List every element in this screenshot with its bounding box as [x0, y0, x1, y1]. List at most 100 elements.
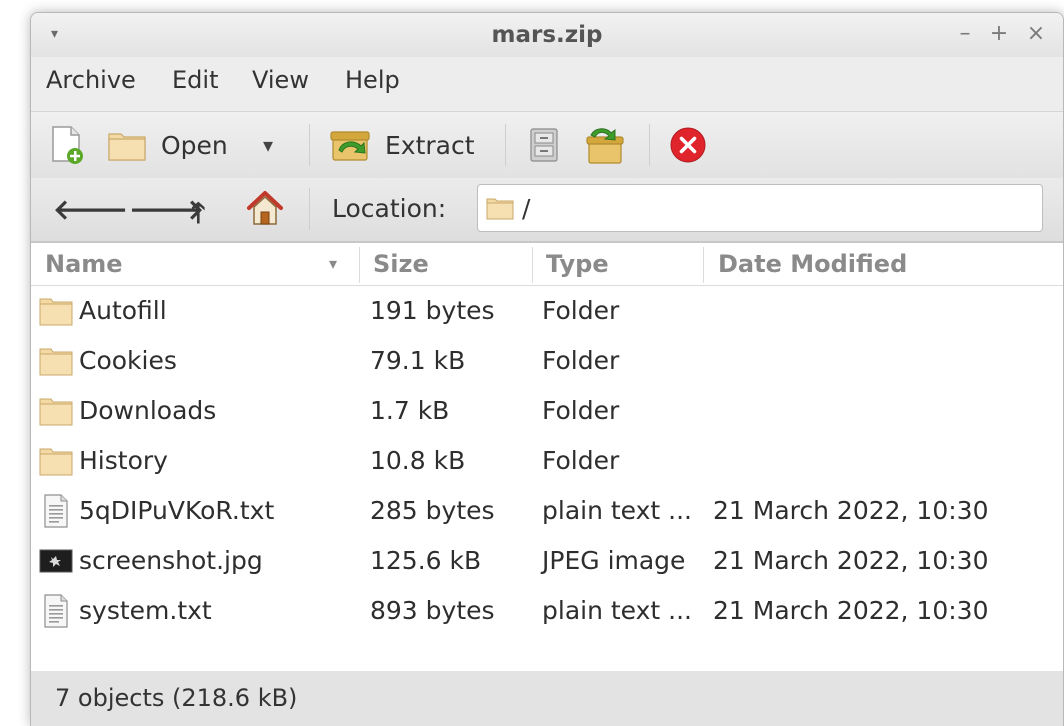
file-name: Autofill [79, 296, 167, 325]
menu-bar: Archive Edit View Help [31, 57, 1063, 107]
file-name: 5qDIPuVKoR.txt [79, 496, 275, 525]
chevron-down-icon: ▾ [263, 133, 274, 157]
column-divider [703, 247, 704, 283]
home-button[interactable] [245, 188, 285, 235]
file-size: 893 bytes [370, 596, 495, 625]
column-header-row: Name ▾ Size Type Date Modified [31, 243, 1063, 286]
file-name: Downloads [79, 396, 217, 425]
file-size: 125.6 kB [370, 546, 482, 575]
menu-archive[interactable]: Archive [46, 66, 136, 94]
table-row[interactable]: 5qDIPuVKoR.txt 285 bytes plain text ... 21 … [31, 486, 1063, 536]
minimize-button[interactable]: – [953, 21, 977, 46]
toolbar-separator [309, 124, 310, 166]
file-size: 79.1 kB [370, 346, 466, 375]
file-cabinet-icon [530, 128, 558, 162]
file-name-cell: system.txt [39, 586, 212, 636]
open-dropdown-button[interactable]: ▾ [263, 124, 273, 166]
status-text: 7 objects (218.6 kB) [55, 684, 298, 712]
location-bar: 🡐 🡒 🡑 Location: / [31, 178, 1063, 242]
column-divider [532, 247, 533, 283]
extract-icon [330, 131, 370, 161]
table-row[interactable]: Downloads 1.7 kB Folder [31, 386, 1063, 436]
folder-icon [39, 346, 73, 376]
file-name-cell: 5qDIPuVKoR.txt [39, 486, 274, 536]
title-bar[interactable]: ▾ mars.zip – + × [31, 13, 1063, 57]
toolbar-separator [649, 124, 650, 166]
file-name: History [79, 446, 168, 475]
toolbar-separator [505, 124, 506, 166]
new-document-icon [52, 126, 83, 164]
location-path: / [522, 193, 531, 223]
sort-descending-icon[interactable]: ▾ [329, 243, 337, 285]
table-row[interactable]: screenshot.jpg 125.6 kB JPEG image 21 March… [31, 536, 1063, 586]
location-label: Location: [332, 194, 447, 223]
file-name-cell: screenshot.jpg [39, 536, 263, 586]
file-name-cell: Downloads [39, 386, 216, 436]
home-icon [247, 191, 283, 225]
maximize-button[interactable]: + [987, 21, 1011, 46]
toolbar: Open ▾ Extract [31, 111, 1063, 179]
extract-button[interactable]: Extract [329, 124, 475, 166]
file-name: screenshot.jpg [79, 546, 263, 575]
stop-button[interactable] [669, 124, 707, 166]
column-header-size[interactable]: Size [373, 243, 429, 285]
folder-icon [39, 446, 73, 476]
add-files-button[interactable] [527, 124, 561, 166]
file-type: plain text ... [542, 496, 692, 525]
folder-icon [486, 198, 514, 220]
arrow-up-icon: 🡑 [191, 196, 206, 229]
file-type: Folder [542, 346, 620, 375]
open-button[interactable]: Open [107, 124, 228, 166]
up-button[interactable]: 🡑 [191, 192, 206, 240]
column-header-name[interactable]: Name [45, 243, 123, 285]
add-folder-button[interactable] [583, 124, 627, 166]
table-row[interactable]: Autofill 191 bytes Folder [31, 286, 1063, 336]
new-archive-button[interactable] [49, 124, 85, 166]
folder-icon [39, 396, 73, 426]
file-name-cell: History [39, 436, 168, 486]
table-row[interactable]: system.txt 893 bytes plain text ... 21 Marc… [31, 586, 1063, 636]
file-type: plain text ... [542, 596, 692, 625]
file-type: Folder [542, 396, 620, 425]
column-divider [359, 247, 360, 283]
location-input[interactable]: / [477, 184, 1043, 232]
folder-icon [39, 296, 73, 326]
file-name-cell: Autofill [39, 286, 167, 336]
open-label: Open [161, 130, 228, 160]
file-name-cell: Cookies [39, 336, 177, 386]
file-date-modified: 21 March 2022, 10:30 [713, 546, 989, 575]
window-title: mars.zip [491, 22, 603, 48]
archive-manager-window: ▾ mars.zip – + × Archive Edit View Help [30, 12, 1064, 726]
file-size: 1.7 kB [370, 396, 450, 425]
file-type: Folder [542, 446, 620, 475]
table-row[interactable]: Cookies 79.1 kB Folder [31, 336, 1063, 386]
file-size: 285 bytes [370, 496, 495, 525]
menu-edit[interactable]: Edit [172, 66, 218, 94]
file-size: 191 bytes [370, 296, 495, 325]
file-type: Folder [542, 296, 620, 325]
arrow-left-icon: 🡐 [53, 193, 129, 226]
table-row[interactable]: History 10.8 kB Folder [31, 436, 1063, 486]
file-date-modified: 21 March 2022, 10:30 [713, 496, 989, 525]
file-name: system.txt [79, 596, 212, 625]
close-window-button[interactable]: × [1024, 21, 1048, 46]
extract-label: Extract [385, 130, 475, 160]
status-bar: 7 objects (218.6 kB) [31, 671, 1063, 726]
menu-help[interactable]: Help [345, 66, 400, 94]
file-size: 10.8 kB [370, 446, 466, 475]
text-file-icon [39, 494, 73, 528]
stop-icon [670, 127, 706, 163]
file-name: Cookies [79, 346, 177, 375]
image-file-icon [39, 546, 73, 576]
text-file-icon [39, 594, 73, 628]
column-header-date-modified[interactable]: Date Modified [718, 243, 907, 285]
back-button[interactable]: 🡐 [53, 192, 128, 226]
menu-view[interactable]: View [252, 66, 309, 94]
file-list: Name ▾ Size Type Date Modified Autofill 1… [31, 242, 1063, 672]
file-date-modified: 21 March 2022, 10:30 [713, 596, 989, 625]
location-separator [309, 188, 310, 230]
add-to-archive-icon [586, 128, 624, 164]
column-header-type[interactable]: Type [546, 243, 609, 285]
folder-icon [108, 133, 146, 161]
file-type: JPEG image [542, 546, 686, 575]
